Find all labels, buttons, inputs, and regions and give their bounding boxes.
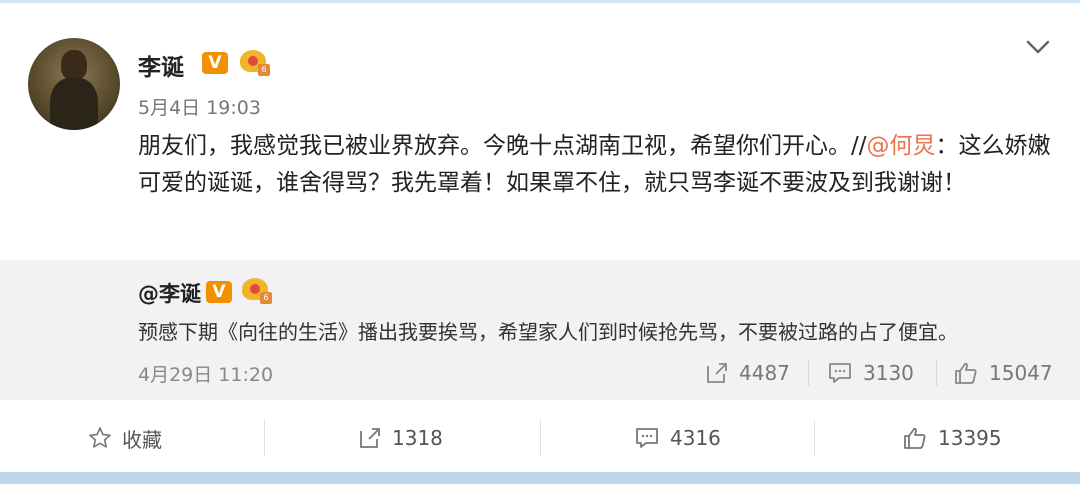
comment-icon xyxy=(636,428,658,448)
quoted-comment-button[interactable]: 3130 xyxy=(827,358,914,388)
like-count: 13395 xyxy=(938,426,1002,450)
quoted-timestamp[interactable]: 4月29日 11:20 xyxy=(138,360,273,387)
quoted-vip-level: 6 xyxy=(260,292,272,304)
avatar[interactable] xyxy=(28,38,120,130)
quoted-text: 预感下期《向往的生活》播出我要挨骂，希望家人们到时候抢先骂，不要被过路的占了便宜… xyxy=(138,320,958,344)
favorite-button[interactable]: 收藏 xyxy=(88,420,162,456)
quoted-repost-button[interactable]: 4487 xyxy=(705,358,790,388)
comment-button[interactable]: 4316 xyxy=(634,420,721,456)
divider xyxy=(264,420,265,456)
repost-icon xyxy=(707,363,727,383)
quoted-verified-badge-icon: V xyxy=(206,281,232,303)
thumbs-up-icon xyxy=(904,427,926,449)
favorite-label: 收藏 xyxy=(122,427,162,452)
quoted-like-button[interactable]: 15047 xyxy=(953,358,1053,388)
avatar-head xyxy=(61,50,87,80)
post-content: 朋友们，我感觉我已被业界放弃。今晚十点湖南卫视，希望你们开心。//@何炅：这么娇… xyxy=(138,128,1058,202)
bottom-border xyxy=(0,472,1080,484)
chevron-down-icon[interactable] xyxy=(1024,36,1052,58)
username[interactable]: 李诞 xyxy=(138,48,184,82)
quoted-like-count: 15047 xyxy=(989,361,1053,385)
quoted-vip-crown-icon: 6 xyxy=(240,276,272,306)
vip-level: 6 xyxy=(258,64,270,76)
thumbs-up-icon xyxy=(955,362,977,384)
star-icon xyxy=(89,427,111,448)
repost-button[interactable]: 1318 xyxy=(358,420,443,456)
post-text-part1: 朋友们，我感觉我已被业界放弃。今晚十点湖南卫视，希望你们开心。// xyxy=(138,133,867,159)
quoted-repost-count: 4487 xyxy=(739,361,790,385)
post-timestamp[interactable]: 5月4日 19:03 xyxy=(138,93,261,120)
avatar-body xyxy=(50,78,98,130)
quoted-comment-count: 3130 xyxy=(863,361,914,385)
mention-link[interactable]: @何炅 xyxy=(867,133,936,159)
divider xyxy=(814,420,815,456)
divider xyxy=(540,420,541,456)
comment-icon xyxy=(829,363,851,383)
divider xyxy=(936,360,937,386)
comment-count: 4316 xyxy=(670,426,721,450)
like-button[interactable]: 13395 xyxy=(902,420,1002,456)
quoted-username[interactable]: @李诞 xyxy=(138,278,201,308)
vip-crown-icon: 6 xyxy=(238,48,270,78)
repost-icon xyxy=(360,428,380,448)
repost-count: 1318 xyxy=(392,426,443,450)
divider xyxy=(808,360,809,386)
verified-badge-icon: V xyxy=(202,52,228,74)
